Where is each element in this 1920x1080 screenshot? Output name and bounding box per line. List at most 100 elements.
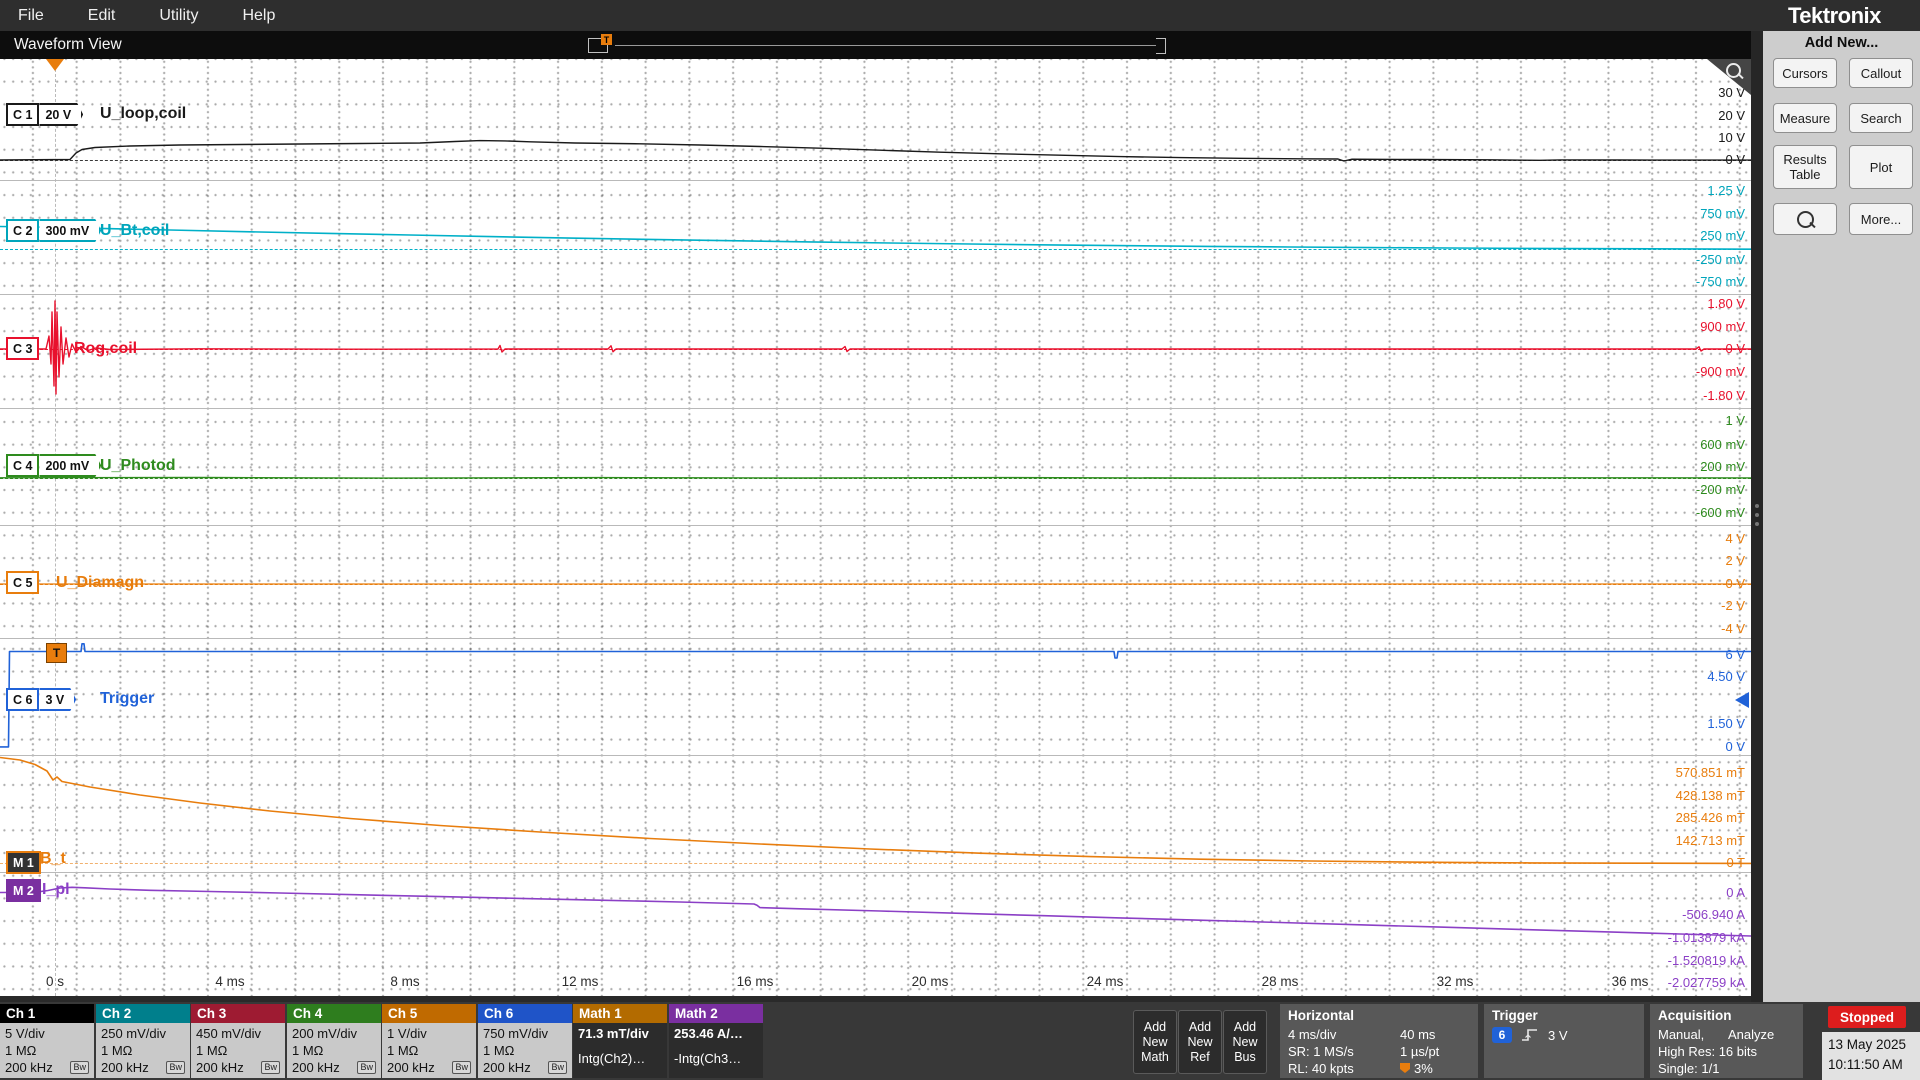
magnifier-icon bbox=[1797, 211, 1814, 228]
ch2-settings-block[interactable]: Ch 2 250 mV/div 1 MΩ 200 kHzBw bbox=[96, 1004, 190, 1078]
x-axis-label: 8 ms bbox=[390, 974, 419, 989]
horizontal-window: 40 ms bbox=[1400, 1027, 1435, 1042]
c3-tick-label: 0 V bbox=[1558, 340, 1745, 358]
c6-trace[interactable] bbox=[0, 644, 1751, 747]
acquisition-panel[interactable]: Acquisition Manual, Analyze High Res: 16… bbox=[1650, 1004, 1803, 1078]
run-stop-status-button[interactable]: Stopped bbox=[1828, 1006, 1906, 1028]
measure-button[interactable]: Measure bbox=[1773, 103, 1837, 133]
c6-tick-label: 6 V bbox=[1558, 646, 1745, 664]
c3-channel-badge[interactable]: C 3 bbox=[6, 337, 39, 360]
trigger-position-marker-icon[interactable] bbox=[46, 59, 64, 71]
ch6-vdiv: 750 mV/div bbox=[483, 1026, 567, 1041]
add-new-bus-line: Add bbox=[1224, 1020, 1266, 1035]
m1-badge-label: M 1 bbox=[6, 851, 41, 874]
horizontal-panel[interactable]: Horizontal 4 ms/div 40 ms SR: 1 MS/s 1 µ… bbox=[1280, 1004, 1478, 1078]
c4-tick-label: 600 mV bbox=[1558, 436, 1745, 454]
ch5-vdiv: 1 V/div bbox=[387, 1026, 471, 1041]
c3-trace[interactable] bbox=[0, 301, 1751, 394]
ch1-settings-block[interactable]: Ch 1 5 V/div 1 MΩ 200 kHzBw bbox=[0, 1004, 94, 1078]
math1-settings-block[interactable]: Math 1 71.3 mT/div Intg(Ch2)… bbox=[573, 1004, 667, 1078]
grip-dot-icon[interactable] bbox=[1755, 504, 1759, 508]
c2-tick-label: 750 mV bbox=[1558, 205, 1745, 223]
m2-name-label: I_pl bbox=[42, 881, 70, 899]
horizontal-scale: 4 ms/div bbox=[1288, 1027, 1400, 1042]
c5-name-label: U_Diamagn bbox=[56, 574, 144, 592]
ch3-bw-badge: Bw bbox=[261, 1061, 280, 1074]
ch4-bandwidth: 200 kHz bbox=[292, 1060, 340, 1075]
results-table-button[interactable]: Results Table bbox=[1773, 145, 1837, 189]
zoom-tool-button[interactable] bbox=[1773, 203, 1837, 235]
m1-tick-label: 285.426 mT bbox=[1558, 809, 1745, 827]
trigger-panel[interactable]: Trigger 6 3 V bbox=[1484, 1004, 1644, 1078]
c6-channel-badge[interactable]: C 6 3 V bbox=[6, 688, 76, 711]
c2-trace[interactable] bbox=[0, 227, 1751, 250]
c5-tick-label: -2 V bbox=[1558, 597, 1745, 615]
c4-tick-label: -200 mV bbox=[1558, 481, 1745, 499]
m1-tick-label: 570.851 mT bbox=[1558, 764, 1745, 782]
m1-trace[interactable] bbox=[0, 758, 1751, 864]
c2-channel-badge[interactable]: C 2 300 mV bbox=[6, 219, 101, 242]
add-new-bus-line: Bus bbox=[1224, 1050, 1266, 1065]
ch1-vdiv: 5 V/div bbox=[5, 1026, 89, 1041]
x-axis-label: 12 ms bbox=[562, 974, 599, 989]
grip-dot-icon[interactable] bbox=[1755, 522, 1759, 526]
ch3-settings-block[interactable]: Ch 3 450 mV/div 1 MΩ 200 kHzBw bbox=[191, 1004, 285, 1078]
c2-tick-label: -250 mV bbox=[1558, 251, 1745, 269]
c4-tick-label: 1 V bbox=[1558, 412, 1745, 430]
m2-tick-label: -506.940 A bbox=[1558, 906, 1745, 924]
c4-channel-badge[interactable]: C 4 200 mV bbox=[6, 454, 101, 477]
acquisition-title: Acquisition bbox=[1658, 1008, 1795, 1023]
trigger-level-arrow-icon[interactable] bbox=[1735, 692, 1749, 708]
ch1-bw-badge: Bw bbox=[70, 1061, 89, 1074]
c1-channel-badge[interactable]: C 1 20 V bbox=[6, 103, 83, 126]
ch6-bw-badge: Bw bbox=[548, 1061, 567, 1074]
m2-math-badge[interactable]: M 2 bbox=[6, 879, 41, 902]
c4-trace[interactable] bbox=[0, 478, 1751, 479]
c5-badge-label: C 5 bbox=[6, 571, 39, 594]
ch4-bw-badge: Bw bbox=[357, 1061, 376, 1074]
ch4-settings-block[interactable]: Ch 4 200 mV/div 1 MΩ 200 kHzBw bbox=[287, 1004, 381, 1078]
m2-trace[interactable] bbox=[0, 887, 1751, 936]
grip-dot-icon[interactable] bbox=[1755, 513, 1759, 517]
cursors-button[interactable]: Cursors bbox=[1773, 58, 1837, 88]
c5-tick-label: -4 V bbox=[1558, 620, 1745, 638]
math2-scale: 253.46 A/… bbox=[674, 1026, 758, 1041]
trigger-source-marker[interactable]: T bbox=[46, 643, 67, 663]
m2-tick-label: -1.520819 kA bbox=[1558, 952, 1745, 970]
x-axis-label: 28 ms bbox=[1262, 974, 1299, 989]
math1-expression: Intg(Ch2)… bbox=[578, 1051, 662, 1066]
c4-tick-label: -600 mV bbox=[1558, 504, 1745, 522]
m1-math-badge[interactable]: M 1 bbox=[6, 851, 41, 874]
m2-tick-label: -1.013879 kA bbox=[1558, 929, 1745, 947]
ch6-bandwidth: 200 kHz bbox=[483, 1060, 531, 1075]
ch2-header: Ch 2 bbox=[96, 1004, 190, 1023]
c6-name-label: Trigger bbox=[100, 690, 154, 708]
trigger-source-badge: 6 bbox=[1492, 1027, 1512, 1043]
add-new-ref-button[interactable]: Add New Ref bbox=[1178, 1010, 1222, 1074]
add-new-ref-line: Ref bbox=[1179, 1050, 1221, 1065]
search-button[interactable]: Search bbox=[1849, 103, 1913, 133]
m2-badge-label: M 2 bbox=[6, 879, 41, 902]
math2-settings-block[interactable]: Math 2 253.46 A/… -Intg(Ch3… bbox=[669, 1004, 763, 1078]
horizontal-resolution: 1 µs/pt bbox=[1400, 1044, 1439, 1059]
plot-button[interactable]: Plot bbox=[1849, 145, 1913, 189]
tektronix-logo: Tektronix bbox=[1788, 3, 1881, 29]
c1-tick-label: 10 V bbox=[1558, 129, 1745, 147]
m1-name-label: B_t bbox=[40, 850, 66, 868]
m2-tick-label: 0 A bbox=[1558, 884, 1745, 902]
more-button[interactable]: More... bbox=[1849, 203, 1913, 235]
horizontal-position: 3% bbox=[1414, 1061, 1433, 1076]
ch5-settings-block[interactable]: Ch 5 1 V/div 1 MΩ 200 kHzBw bbox=[382, 1004, 476, 1078]
time-label: 10:11:50 AM bbox=[1828, 1055, 1914, 1075]
c1-trace[interactable] bbox=[0, 141, 1751, 161]
c3-tick-label: 1.80 V bbox=[1558, 295, 1745, 313]
c5-channel-badge[interactable]: C 5 bbox=[6, 571, 39, 594]
add-new-math-button[interactable]: Add New Math bbox=[1133, 1010, 1177, 1074]
add-new-bus-button[interactable]: Add New Bus bbox=[1223, 1010, 1267, 1074]
ch4-header: Ch 4 bbox=[287, 1004, 381, 1023]
acquisition-single: Single: 1/1 bbox=[1658, 1061, 1719, 1076]
rising-edge-icon bbox=[1520, 1027, 1540, 1043]
ch6-settings-block[interactable]: Ch 6 750 mV/div 1 MΩ 200 kHzBw bbox=[478, 1004, 572, 1078]
c4-badge-scale: 200 mV bbox=[39, 454, 101, 477]
callout-button[interactable]: Callout bbox=[1849, 58, 1913, 88]
